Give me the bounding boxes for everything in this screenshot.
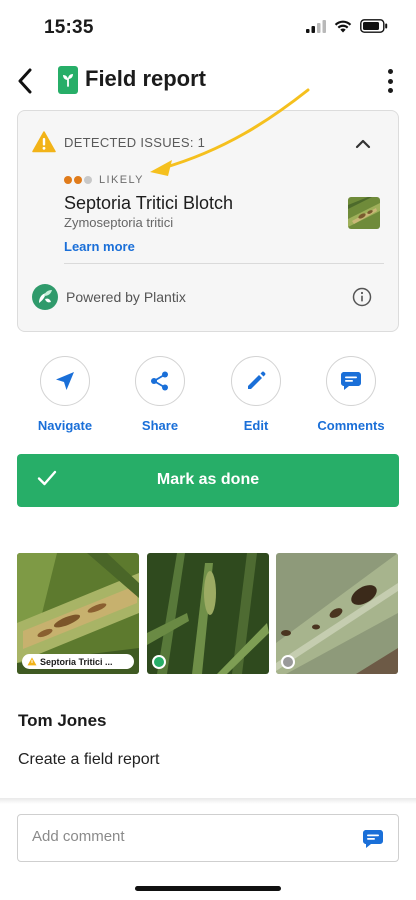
comments-label: Comments bbox=[317, 418, 385, 433]
more-vertical-icon bbox=[387, 69, 393, 74]
likelihood-label: LIKELY bbox=[99, 174, 144, 186]
mark-as-done-label: Mark as done bbox=[156, 471, 260, 488]
detected-issues-card: DETECTED ISSUES: 1 LIKELY Septoria Triti… bbox=[17, 110, 399, 332]
mark-as-done-button[interactable]: Mark as done bbox=[17, 454, 399, 507]
status-icons bbox=[306, 19, 388, 33]
chevron-up-icon bbox=[355, 139, 371, 149]
photo-issue-label: Septoria Tritici ... bbox=[40, 656, 113, 667]
navigate-label: Navigate bbox=[37, 418, 93, 433]
disease-name: Septoria Tritici Blotch bbox=[64, 193, 234, 213]
photo-thumbnail[interactable] bbox=[147, 553, 269, 674]
info-icon[interactable] bbox=[352, 287, 372, 307]
status-time: 15:35 bbox=[44, 17, 94, 38]
powered-by-text: Powered by Plantix bbox=[66, 289, 186, 305]
divider bbox=[0, 798, 416, 804]
more-options-button[interactable] bbox=[378, 66, 402, 96]
share-action[interactable]: Share bbox=[113, 356, 207, 433]
warning-triangle-icon bbox=[27, 657, 37, 666]
battery-icon bbox=[360, 19, 388, 33]
home-indicator[interactable] bbox=[135, 886, 281, 891]
edit-label: Edit bbox=[243, 418, 269, 433]
send-comment-icon[interactable] bbox=[362, 828, 384, 850]
likelihood-indicator: LIKELY bbox=[64, 173, 144, 187]
photo-issue-badge: Septoria Tritici ... bbox=[22, 654, 134, 669]
status-bar: 15:35 bbox=[0, 0, 416, 56]
page-title: Field report bbox=[85, 66, 207, 91]
collapse-button[interactable] bbox=[352, 133, 374, 155]
likelihood-dot bbox=[74, 176, 82, 184]
comment-bubble-icon bbox=[341, 372, 361, 390]
comments-action[interactable]: Comments bbox=[304, 356, 398, 433]
chevron-left-icon bbox=[18, 68, 32, 94]
app-header: Field report bbox=[0, 56, 416, 106]
share-label: Share bbox=[141, 418, 179, 433]
photo-thumbnail[interactable]: Septoria Tritici ... bbox=[17, 553, 139, 674]
photo-status-dot bbox=[152, 655, 166, 669]
disease-thumbnail[interactable] bbox=[348, 197, 380, 229]
comment-input[interactable] bbox=[32, 828, 332, 845]
navigate-action[interactable]: Navigate bbox=[18, 356, 112, 433]
likelihood-dot bbox=[64, 176, 72, 184]
disease-scientific-name: Zymoseptoria tritici bbox=[64, 215, 174, 230]
field-report-logo-icon bbox=[58, 66, 78, 94]
photo-thumbnail[interactable] bbox=[276, 553, 398, 674]
card-divider bbox=[64, 263, 384, 264]
comment-bar bbox=[17, 814, 399, 862]
detected-issues-header[interactable]: DETECTED ISSUES: 1 bbox=[32, 131, 384, 155]
navigate-arrow-icon bbox=[56, 372, 74, 390]
share-icon bbox=[151, 371, 168, 391]
action-bar: Navigate Share Edit Comments bbox=[0, 356, 416, 433]
learn-more-link[interactable]: Learn more bbox=[64, 239, 135, 254]
plantix-logo-icon bbox=[32, 284, 58, 310]
warning-triangle-icon bbox=[32, 131, 56, 153]
edit-action[interactable]: Edit bbox=[209, 356, 303, 433]
cellular-signal-icon bbox=[306, 19, 326, 33]
report-note: Create a field report bbox=[18, 751, 160, 768]
back-button[interactable] bbox=[10, 64, 40, 98]
report-author: Tom Jones bbox=[18, 711, 107, 730]
wifi-icon bbox=[334, 20, 352, 33]
photo-status-dot bbox=[281, 655, 295, 669]
likelihood-dot bbox=[84, 176, 92, 184]
detected-issues-label: DETECTED ISSUES: 1 bbox=[64, 135, 206, 150]
pencil-icon bbox=[248, 371, 266, 389]
